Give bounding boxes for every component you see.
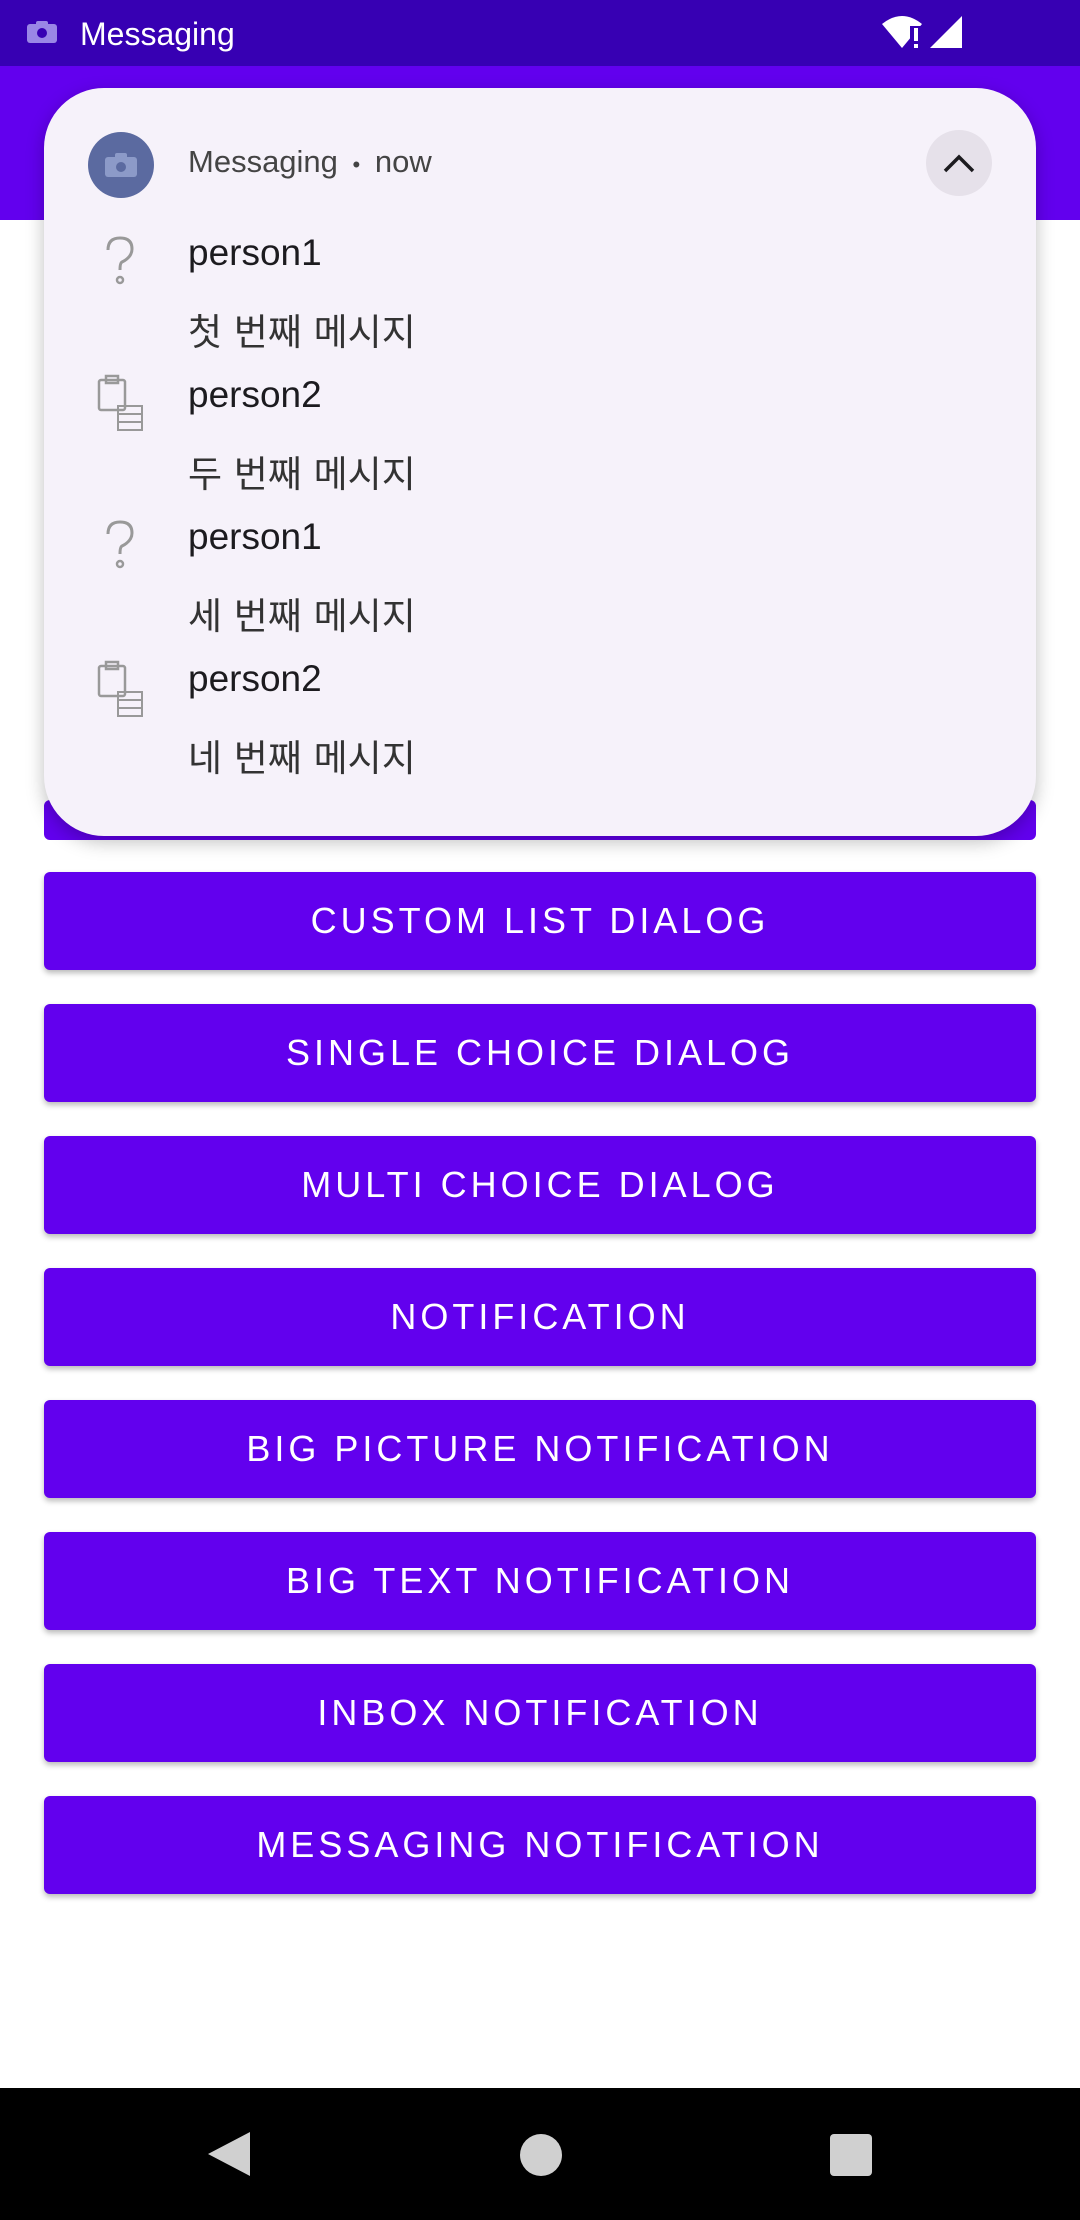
messaging-notification-button[interactable]: MESSAGING NOTIFICATION — [44, 1796, 1036, 1894]
inbox-notification-button[interactable]: INBOX NOTIFICATION — [44, 1664, 1036, 1762]
notification-app-icon — [88, 132, 154, 198]
status-bar-app-name: Messaging — [80, 16, 235, 52]
clipboard-list-icon — [97, 660, 143, 717]
message-text: 세 번째 메시지 — [188, 595, 416, 638]
camera-icon — [27, 21, 57, 43]
notification-header: Messaging • now — [188, 144, 432, 180]
message-sender: person1 — [188, 516, 322, 557]
cell-signal-icon — [930, 16, 962, 48]
clipboard-list-icon — [97, 374, 143, 431]
big-picture-notification-button[interactable]: BIG PICTURE NOTIFICATION — [44, 1400, 1036, 1498]
navigation-bar — [0, 2088, 1080, 2220]
message-sender: person1 — [188, 232, 322, 273]
messaging-notification-card[interactable]: Messaging • now person1 첫 번째 메시지 person2… — [44, 88, 1036, 836]
wifi-alert-icon — [882, 16, 922, 50]
back-icon[interactable] — [204, 2130, 254, 2178]
big-text-notification-button[interactable]: BIG TEXT NOTIFICATION — [44, 1532, 1036, 1630]
status-bar: Messaging — [0, 0, 1080, 66]
message-text: 네 번째 메시지 — [188, 737, 416, 780]
message-sender: person2 — [188, 374, 322, 415]
recents-icon[interactable] — [830, 2134, 872, 2176]
custom-list-dialog-button[interactable]: CUSTOM LIST DIALOG — [44, 872, 1036, 970]
notification-app-name: Messaging — [188, 144, 338, 179]
message-sender: person2 — [188, 658, 322, 699]
question-icon — [106, 520, 134, 569]
camera-icon — [105, 153, 137, 177]
multi-choice-dialog-button[interactable]: MULTI CHOICE DIALOG — [44, 1136, 1036, 1234]
chevron-up-icon — [943, 154, 975, 173]
single-choice-dialog-button[interactable]: SINGLE CHOICE DIALOG — [44, 1004, 1036, 1102]
notification-button[interactable]: NOTIFICATION — [44, 1268, 1036, 1366]
message-text: 두 번째 메시지 — [188, 453, 416, 496]
home-icon[interactable] — [520, 2134, 562, 2176]
question-icon — [106, 236, 134, 285]
collapse-button[interactable] — [926, 130, 992, 196]
header-separator: • — [352, 152, 361, 177]
notification-time: now — [374, 144, 432, 179]
message-text: 첫 번째 메시지 — [188, 311, 416, 354]
